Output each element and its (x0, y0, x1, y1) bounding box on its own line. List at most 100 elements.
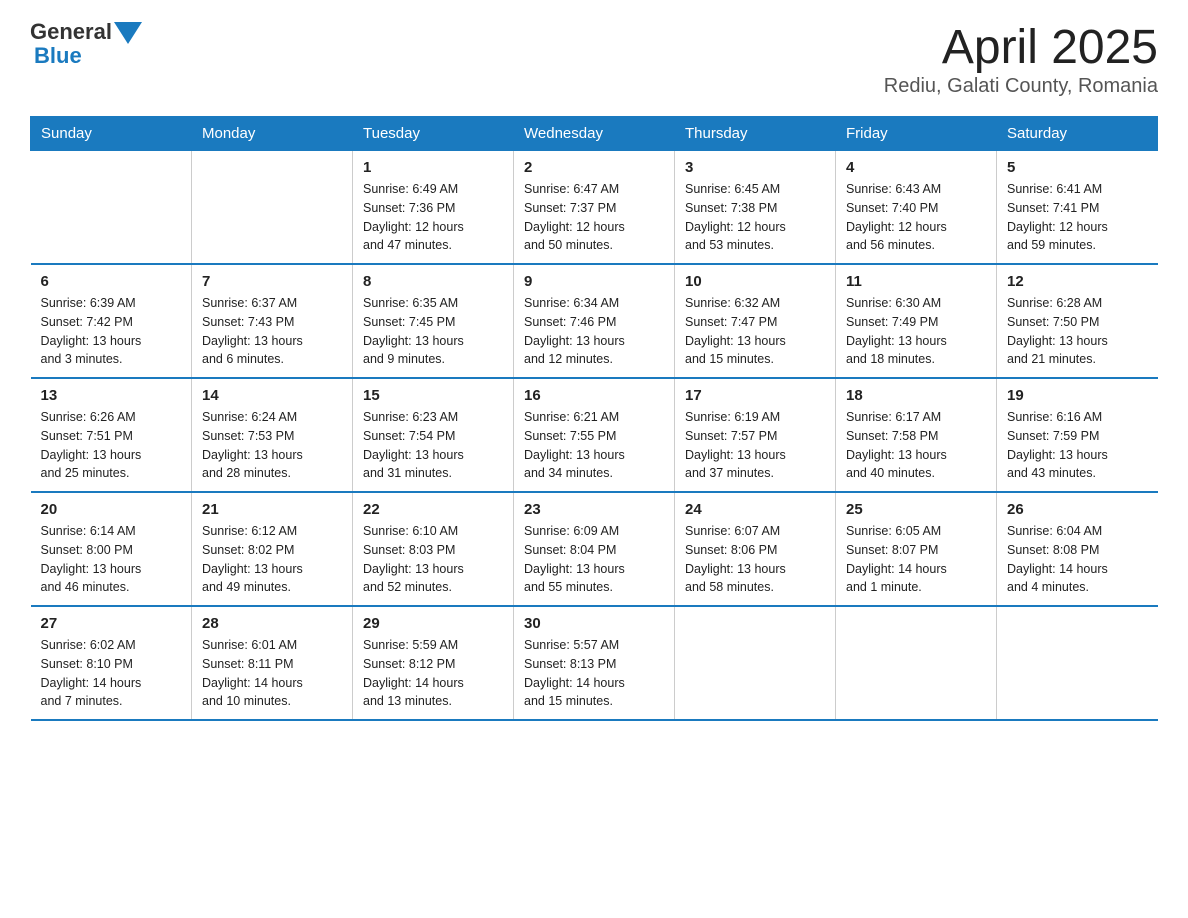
day-number: 17 (685, 387, 825, 404)
day-info: Sunrise: 5:59 AM Sunset: 8:12 PM Dayligh… (363, 636, 503, 711)
day-number: 10 (685, 273, 825, 290)
day-cell: 17 Sunrise: 6:19 AM Sunset: 7:57 PM Dayli… (675, 378, 836, 492)
day-number: 4 (846, 159, 986, 176)
day-info: Sunrise: 6:41 AM Sunset: 7:41 PM Dayligh… (1007, 180, 1148, 255)
day-number: 18 (846, 387, 986, 404)
day-cell: 6 Sunrise: 6:39 AM Sunset: 7:42 PM Daylig… (31, 264, 192, 378)
title-block: April 2025 Rediu, Galati County, Romania (884, 20, 1158, 98)
day-info: Sunrise: 6:01 AM Sunset: 8:11 PM Dayligh… (202, 636, 342, 711)
day-cell: 10 Sunrise: 6:32 AM Sunset: 7:47 PM Dayli… (675, 264, 836, 378)
day-cell: 4Sunrise: 6:43 AM Sunset: 7:40 PM Daylig… (836, 151, 997, 265)
page-header: General Blue April 2025 Rediu, Galati Co… (30, 20, 1158, 98)
logo-triangle-icon (114, 22, 142, 44)
day-cell: 3 Sunrise: 6:45 AM Sunset: 7:38 PM Daylig… (675, 151, 836, 265)
logo-general-text: General (30, 20, 112, 44)
week-row-4: 20Sunrise: 6:14 AM Sunset: 8:00 PM Dayli… (31, 492, 1158, 606)
day-cell (31, 151, 192, 265)
day-info: Sunrise: 6:09 AM Sunset: 8:04 PM Dayligh… (524, 522, 664, 597)
day-number: 23 (524, 501, 664, 518)
header-friday: Friday (836, 117, 997, 151)
day-number: 3 (685, 159, 825, 176)
week-row-2: 6 Sunrise: 6:39 AM Sunset: 7:42 PM Daylig… (31, 264, 1158, 378)
day-cell: 18 Sunrise: 6:17 AM Sunset: 7:58 PM Dayli… (836, 378, 997, 492)
day-cell: 20Sunrise: 6:14 AM Sunset: 8:00 PM Dayli… (31, 492, 192, 606)
day-info: Sunrise: 6:24 AM Sunset: 7:53 PM Dayligh… (202, 408, 342, 483)
day-number: 6 (41, 273, 182, 290)
day-number: 26 (1007, 501, 1148, 518)
day-cell: 13 Sunrise: 6:26 AM Sunset: 7:51 PM Dayli… (31, 378, 192, 492)
day-info: Sunrise: 6:37 AM Sunset: 7:43 PM Dayligh… (202, 294, 342, 369)
day-info: Sunrise: 6:32 AM Sunset: 7:47 PM Dayligh… (685, 294, 825, 369)
day-cell (675, 606, 836, 720)
day-cell: 14Sunrise: 6:24 AM Sunset: 7:53 PM Dayli… (192, 378, 353, 492)
day-number: 1 (363, 159, 503, 176)
day-cell: 26 Sunrise: 6:04 AM Sunset: 8:08 PM Dayli… (997, 492, 1158, 606)
day-cell: 23 Sunrise: 6:09 AM Sunset: 8:04 PM Dayli… (514, 492, 675, 606)
day-cell: 22Sunrise: 6:10 AM Sunset: 8:03 PM Dayli… (353, 492, 514, 606)
day-number: 8 (363, 273, 503, 290)
day-info: Sunrise: 6:07 AM Sunset: 8:06 PM Dayligh… (685, 522, 825, 597)
day-cell (836, 606, 997, 720)
day-info: Sunrise: 6:19 AM Sunset: 7:57 PM Dayligh… (685, 408, 825, 483)
day-info: Sunrise: 6:34 AM Sunset: 7:46 PM Dayligh… (524, 294, 664, 369)
day-number: 30 (524, 615, 664, 632)
week-row-3: 13 Sunrise: 6:26 AM Sunset: 7:51 PM Dayli… (31, 378, 1158, 492)
day-cell: 16Sunrise: 6:21 AM Sunset: 7:55 PM Dayli… (514, 378, 675, 492)
day-info: Sunrise: 6:28 AM Sunset: 7:50 PM Dayligh… (1007, 294, 1148, 369)
day-cell: 8Sunrise: 6:35 AM Sunset: 7:45 PM Daylig… (353, 264, 514, 378)
day-info: Sunrise: 6:45 AM Sunset: 7:38 PM Dayligh… (685, 180, 825, 255)
day-number: 2 (524, 159, 664, 176)
day-info: Sunrise: 6:17 AM Sunset: 7:58 PM Dayligh… (846, 408, 986, 483)
day-number: 13 (41, 387, 182, 404)
day-info: Sunrise: 5:57 AM Sunset: 8:13 PM Dayligh… (524, 636, 664, 711)
day-cell (997, 606, 1158, 720)
week-row-5: 27Sunrise: 6:02 AM Sunset: 8:10 PM Dayli… (31, 606, 1158, 720)
day-info: Sunrise: 6:47 AM Sunset: 7:37 PM Dayligh… (524, 180, 664, 255)
day-info: Sunrise: 6:21 AM Sunset: 7:55 PM Dayligh… (524, 408, 664, 483)
day-number: 24 (685, 501, 825, 518)
day-cell: 9 Sunrise: 6:34 AM Sunset: 7:46 PM Daylig… (514, 264, 675, 378)
day-number: 19 (1007, 387, 1148, 404)
day-info: Sunrise: 6:49 AM Sunset: 7:36 PM Dayligh… (363, 180, 503, 255)
day-info: Sunrise: 6:23 AM Sunset: 7:54 PM Dayligh… (363, 408, 503, 483)
day-cell: 15 Sunrise: 6:23 AM Sunset: 7:54 PM Dayli… (353, 378, 514, 492)
day-number: 25 (846, 501, 986, 518)
header-thursday: Thursday (675, 117, 836, 151)
day-number: 28 (202, 615, 342, 632)
day-cell: 21 Sunrise: 6:12 AM Sunset: 8:02 PM Dayli… (192, 492, 353, 606)
day-number: 29 (363, 615, 503, 632)
day-number: 5 (1007, 159, 1148, 176)
day-info: Sunrise: 6:26 AM Sunset: 7:51 PM Dayligh… (41, 408, 182, 483)
day-cell: 25Sunrise: 6:05 AM Sunset: 8:07 PM Dayli… (836, 492, 997, 606)
day-number: 7 (202, 273, 342, 290)
header-tuesday: Tuesday (353, 117, 514, 151)
logo: General Blue (30, 20, 142, 68)
day-info: Sunrise: 6:04 AM Sunset: 8:08 PM Dayligh… (1007, 522, 1148, 597)
day-number: 21 (202, 501, 342, 518)
day-cell: 1 Sunrise: 6:49 AM Sunset: 7:36 PM Daylig… (353, 151, 514, 265)
calendar-title: April 2025 (884, 20, 1158, 75)
day-cell: 27Sunrise: 6:02 AM Sunset: 8:10 PM Dayli… (31, 606, 192, 720)
day-cell: 5 Sunrise: 6:41 AM Sunset: 7:41 PM Daylig… (997, 151, 1158, 265)
calendar-table: SundayMondayTuesdayWednesdayThursdayFrid… (30, 116, 1158, 721)
header-sunday: Sunday (31, 117, 192, 151)
header-monday: Monday (192, 117, 353, 151)
day-cell: 29 Sunrise: 5:59 AM Sunset: 8:12 PM Dayli… (353, 606, 514, 720)
day-number: 12 (1007, 273, 1148, 290)
day-number: 15 (363, 387, 503, 404)
day-cell: 30 Sunrise: 5:57 AM Sunset: 8:13 PM Dayli… (514, 606, 675, 720)
day-cell: 2 Sunrise: 6:47 AM Sunset: 7:37 PM Daylig… (514, 151, 675, 265)
day-number: 11 (846, 273, 986, 290)
day-cell: 24 Sunrise: 6:07 AM Sunset: 8:06 PM Dayli… (675, 492, 836, 606)
day-cell (192, 151, 353, 265)
day-info: Sunrise: 6:14 AM Sunset: 8:00 PM Dayligh… (41, 522, 182, 597)
logo-blue-text: Blue (34, 44, 142, 68)
calendar-header-row: SundayMondayTuesdayWednesdayThursdayFrid… (31, 117, 1158, 151)
day-cell: 19Sunrise: 6:16 AM Sunset: 7:59 PM Dayli… (997, 378, 1158, 492)
day-info: Sunrise: 6:39 AM Sunset: 7:42 PM Dayligh… (41, 294, 182, 369)
day-info: Sunrise: 6:10 AM Sunset: 8:03 PM Dayligh… (363, 522, 503, 597)
day-info: Sunrise: 6:12 AM Sunset: 8:02 PM Dayligh… (202, 522, 342, 597)
header-saturday: Saturday (997, 117, 1158, 151)
day-number: 9 (524, 273, 664, 290)
header-wednesday: Wednesday (514, 117, 675, 151)
